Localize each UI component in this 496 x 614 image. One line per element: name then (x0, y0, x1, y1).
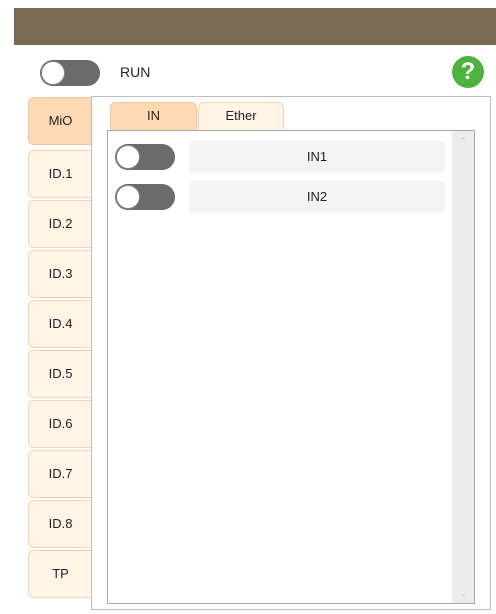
in1-label: IN1 (189, 141, 445, 173)
side-tab-id8[interactable]: ID.8 (28, 500, 92, 548)
side-tab-id5[interactable]: ID.5 (28, 350, 92, 398)
vertical-scrollbar[interactable]: ⌃ ⌄ (452, 131, 474, 603)
list-item: IN1 (115, 141, 445, 173)
input-list-pane: IN1 IN2 ⌃ ⌄ (107, 130, 475, 604)
side-tab-id1[interactable]: ID.1 (28, 150, 92, 198)
in2-toggle[interactable] (115, 184, 175, 210)
tab-in[interactable]: IN (110, 102, 197, 130)
title-bar (14, 8, 496, 45)
side-tab-id2[interactable]: ID.2 (28, 200, 92, 248)
run-toggle-knob (41, 61, 65, 85)
side-tab-id6[interactable]: ID.6 (28, 400, 92, 448)
in1-toggle[interactable] (115, 144, 175, 170)
app-window: RUN ? MiO ID.1 ID.2 ID.3 ID.4 ID.5 ID.6 … (0, 0, 496, 614)
toggle-knob (116, 145, 140, 169)
help-icon[interactable]: ? (452, 56, 484, 88)
run-label: RUN (120, 64, 151, 80)
side-tab-id7[interactable]: ID.7 (28, 450, 92, 498)
run-toggle[interactable] (40, 60, 100, 86)
side-tab-mio[interactable]: MiO (28, 97, 92, 145)
main-panel: IN Ether IN1 IN2 ⌃ ⌄ (91, 96, 491, 610)
side-tab-tp[interactable]: TP (28, 550, 92, 598)
in2-label: IN2 (189, 181, 445, 213)
side-tab-id4[interactable]: ID.4 (28, 300, 92, 348)
tab-ether[interactable]: Ether (198, 102, 284, 130)
scroll-up-icon[interactable]: ⌃ (452, 133, 474, 149)
list-item: IN2 (115, 181, 445, 213)
input-list: IN1 IN2 (108, 131, 452, 603)
run-control: RUN (40, 59, 150, 87)
side-tab-id3[interactable]: ID.3 (28, 250, 92, 298)
toggle-knob (116, 185, 140, 209)
scroll-down-icon[interactable]: ⌄ (452, 585, 474, 601)
